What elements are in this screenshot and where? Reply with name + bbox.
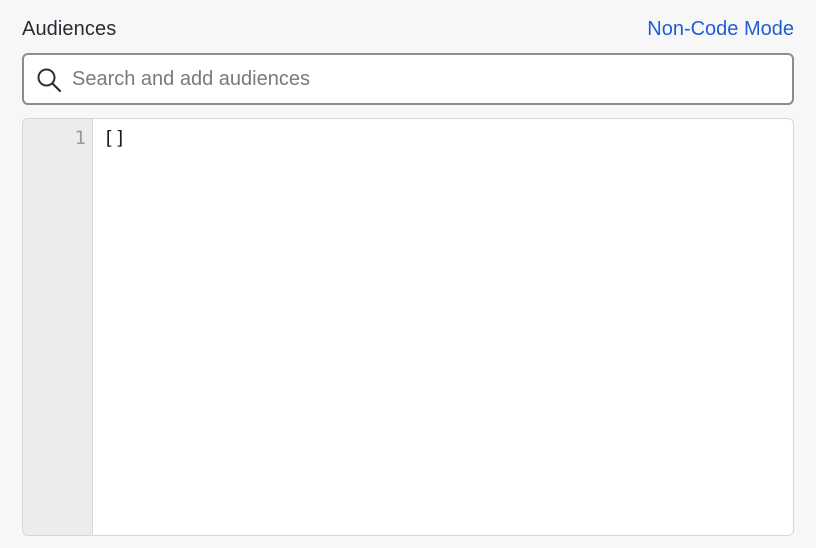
section-title: Audiences (22, 18, 117, 40)
search-icon (36, 67, 62, 93)
audiences-header: Audiences Non-Code Mode (22, 16, 794, 44)
non-code-mode-link[interactable]: Non-Code Mode (647, 18, 794, 41)
audience-search-box[interactable] (22, 53, 794, 105)
audience-search-input[interactable] (72, 55, 772, 103)
code-line[interactable]: [] (103, 127, 783, 149)
audiences-panel: Audiences Non-Code Mode 1 [] (0, 0, 816, 548)
code-editor[interactable]: 1 [] (22, 118, 794, 536)
line-number-gutter: 1 (23, 119, 93, 535)
line-number: 1 (74, 127, 86, 149)
